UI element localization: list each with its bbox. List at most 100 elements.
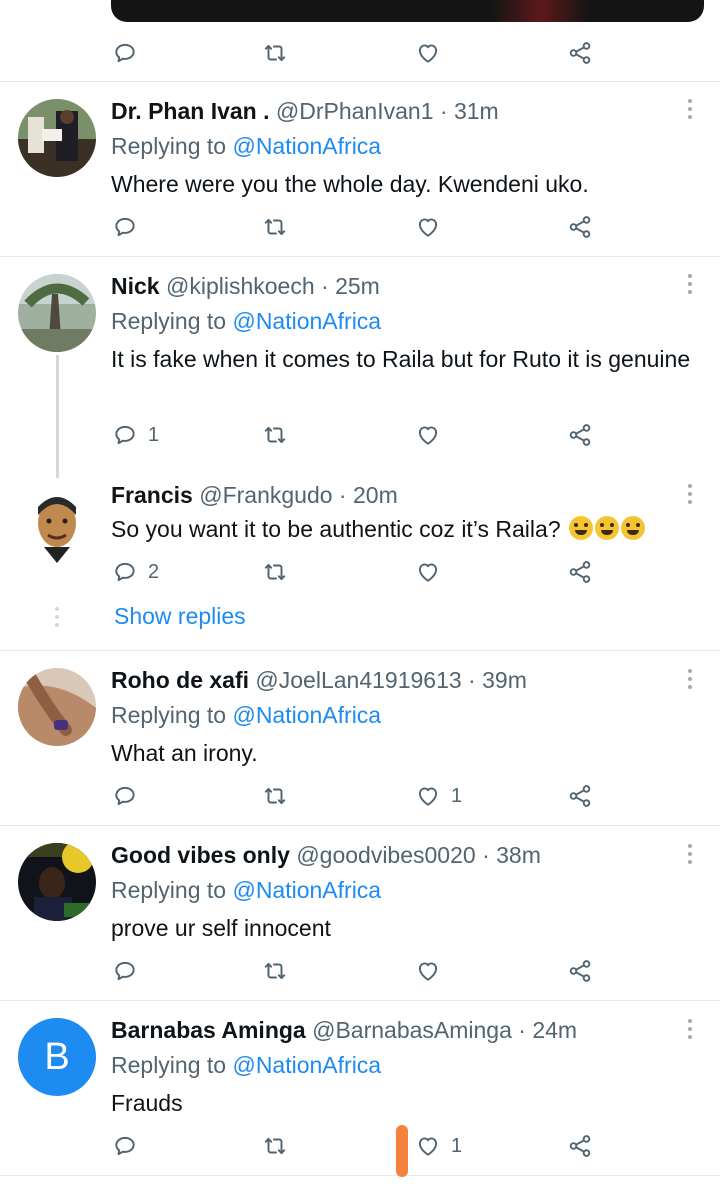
avatar-photo bbox=[18, 843, 96, 921]
retweet-button[interactable] bbox=[262, 40, 288, 66]
timestamp[interactable]: 20m bbox=[353, 482, 398, 508]
like-button[interactable] bbox=[415, 958, 441, 984]
divider bbox=[0, 1175, 720, 1176]
like-button[interactable] bbox=[415, 559, 441, 585]
heart-icon bbox=[415, 1133, 441, 1159]
replying-to: Replying to @NationAfrica bbox=[111, 308, 382, 334]
display-name[interactable]: Francis bbox=[111, 482, 193, 508]
avatar[interactable] bbox=[18, 843, 96, 921]
like-button[interactable]: 1 bbox=[415, 1133, 462, 1159]
reply-button[interactable]: 2 bbox=[112, 559, 159, 585]
timestamp[interactable]: 39m bbox=[482, 667, 527, 693]
heart-icon bbox=[415, 214, 441, 240]
retweet-button[interactable] bbox=[262, 422, 288, 448]
retweet-button[interactable] bbox=[262, 559, 288, 585]
avatar[interactable] bbox=[18, 668, 96, 746]
replying-to: Replying to @NationAfrica bbox=[111, 702, 382, 728]
divider bbox=[0, 1000, 720, 1001]
mention-link[interactable]: @NationAfrica bbox=[232, 877, 381, 903]
share-icon bbox=[567, 783, 593, 809]
retweet-icon bbox=[262, 1133, 288, 1159]
user-handle[interactable]: @goodvibes0020 bbox=[296, 842, 475, 868]
retweet-icon bbox=[262, 214, 288, 240]
display-name[interactable]: Good vibes only bbox=[111, 842, 290, 868]
previous-tweet-media[interactable] bbox=[111, 0, 704, 22]
avatar[interactable] bbox=[18, 99, 96, 177]
share-button[interactable] bbox=[567, 1133, 593, 1159]
like-button[interactable] bbox=[415, 214, 441, 240]
retweet-button[interactable] bbox=[262, 214, 288, 240]
reply-button[interactable]: 1 bbox=[112, 422, 159, 448]
thread-dots bbox=[55, 607, 59, 631]
thread-line bbox=[56, 355, 59, 478]
retweet-icon bbox=[262, 958, 288, 984]
reply-button[interactable] bbox=[112, 214, 138, 240]
share-button[interactable] bbox=[567, 40, 593, 66]
display-name[interactable]: Barnabas Aminga bbox=[111, 1017, 306, 1043]
avatar[interactable]: B bbox=[18, 1018, 96, 1096]
retweet-icon bbox=[262, 559, 288, 585]
reply-icon bbox=[112, 958, 138, 984]
tweet-actions: 1 bbox=[0, 783, 720, 811]
share-icon bbox=[567, 214, 593, 240]
more-options-button[interactable] bbox=[680, 99, 700, 125]
tweet-text: prove ur self innocent bbox=[111, 915, 331, 941]
reply-icon bbox=[112, 40, 138, 66]
user-handle[interactable]: @kiplishkoech bbox=[166, 273, 315, 299]
reply-count: 2 bbox=[148, 560, 160, 583]
timestamp[interactable]: 38m bbox=[496, 842, 541, 868]
more-options-button[interactable] bbox=[680, 844, 700, 870]
avatar[interactable] bbox=[18, 485, 96, 563]
timestamp[interactable]: 24m bbox=[532, 1017, 577, 1043]
retweet-button[interactable] bbox=[262, 958, 288, 984]
separator-dot: · bbox=[439, 98, 448, 124]
user-handle[interactable]: @Frankgudo bbox=[199, 482, 332, 508]
timestamp[interactable]: 25m bbox=[335, 273, 380, 299]
share-button[interactable] bbox=[567, 783, 593, 809]
like-button[interactable] bbox=[415, 40, 441, 66]
tweet-actions bbox=[0, 958, 720, 986]
user-handle[interactable]: @DrPhanIvan1 bbox=[276, 98, 434, 124]
tweet-text: So you want it to be authentic coz it’s … bbox=[111, 516, 561, 542]
more-options-button[interactable] bbox=[680, 274, 700, 300]
separator-dot: · bbox=[518, 1017, 526, 1043]
rolling-on-floor-laughing-emoji bbox=[595, 516, 620, 540]
retweet-icon bbox=[262, 422, 288, 448]
more-options-button[interactable] bbox=[680, 1019, 700, 1045]
like-button[interactable] bbox=[415, 422, 441, 448]
like-button[interactable]: 1 bbox=[415, 783, 462, 809]
user-handle[interactable]: @JoelLan41919613 bbox=[255, 667, 461, 693]
more-options-button[interactable] bbox=[680, 484, 700, 510]
mention-link[interactable]: @NationAfrica bbox=[232, 1052, 381, 1078]
annotation-marker bbox=[396, 1125, 408, 1177]
reply-icon bbox=[112, 214, 138, 240]
reply-button[interactable] bbox=[112, 783, 138, 809]
display-name[interactable]: Dr. Phan Ivan . bbox=[111, 98, 270, 124]
divider bbox=[0, 81, 720, 82]
share-button[interactable] bbox=[567, 214, 593, 240]
share-button[interactable] bbox=[567, 422, 593, 448]
tweet-text-container: So you want it to be authentic coz it’s … bbox=[111, 512, 701, 546]
mention-link[interactable]: @NationAfrica bbox=[232, 702, 381, 728]
timestamp[interactable]: 31m bbox=[454, 98, 499, 124]
share-button[interactable] bbox=[567, 559, 593, 585]
reply-button[interactable] bbox=[112, 40, 138, 66]
retweet-button[interactable] bbox=[262, 783, 288, 809]
show-replies-link[interactable]: Show replies bbox=[114, 603, 246, 630]
divider bbox=[0, 650, 720, 651]
reply-button[interactable] bbox=[112, 1133, 138, 1159]
share-icon bbox=[567, 40, 593, 66]
reply-icon bbox=[112, 783, 138, 809]
share-button[interactable] bbox=[567, 958, 593, 984]
avatar[interactable] bbox=[18, 274, 96, 352]
more-options-button[interactable] bbox=[680, 669, 700, 695]
user-handle[interactable]: @BarnabasAminga bbox=[312, 1017, 512, 1043]
reply-button[interactable] bbox=[112, 958, 138, 984]
retweet-icon bbox=[262, 783, 288, 809]
tweet-actions bbox=[0, 214, 720, 242]
display-name[interactable]: Nick bbox=[111, 273, 160, 299]
mention-link[interactable]: @NationAfrica bbox=[232, 133, 381, 159]
mention-link[interactable]: @NationAfrica bbox=[232, 308, 381, 334]
retweet-button[interactable] bbox=[262, 1133, 288, 1159]
display-name[interactable]: Roho de xafi bbox=[111, 667, 249, 693]
